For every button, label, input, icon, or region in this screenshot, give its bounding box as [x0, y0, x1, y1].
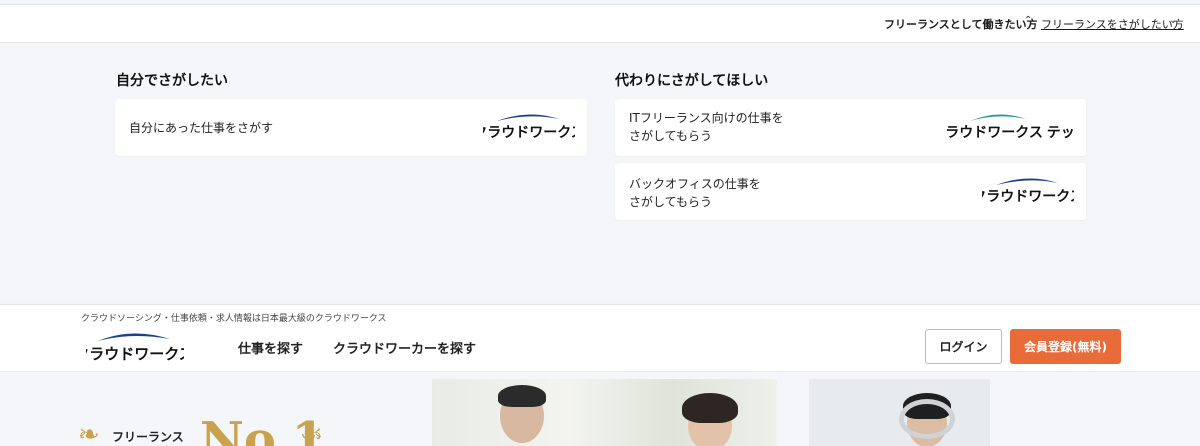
site-tagline: クラウドソーシング・仕事依頼・求人情報は日本最大級のクラウドワークス [81, 314, 387, 324]
hero-photo-couple [432, 379, 777, 446]
delegate-search-title: 代わりにさがしてほしい [615, 73, 769, 89]
nav-find-workers[interactable]: クラウドワーカーを探す [333, 338, 476, 357]
brand-text: クラウドワークス [982, 188, 1074, 204]
badge-label: フリーランス [112, 430, 184, 444]
laurel-left-icon: ❧ [78, 420, 100, 446]
for-clients-link[interactable]: フリーランスをさがしたい方 [1041, 16, 1184, 32]
workers-dropdown-panel: 自分でさがしたい 代わりにさがしてほしい 自分にあった仕事をさがす クラウドワー… [0, 44, 1200, 304]
chevron-up-icon[interactable]: ⌃ [1024, 15, 1032, 26]
find-job-card[interactable]: 自分にあった仕事をさがす クラウドワークス [115, 99, 587, 156]
card-text-line2: さがしてもらう [629, 129, 713, 143]
brand-text: クラウドワークス [86, 346, 184, 363]
person-hair [498, 385, 546, 407]
hero-section: ❧ フリーランス No.1 ☙ [0, 372, 1200, 446]
hero-photo-headphones [809, 379, 990, 446]
card-text-line2: さがしてもらう [629, 195, 713, 209]
tech-job-card[interactable]: ITフリーランス向けの仕事を さがしてもらう クラウドワークス テック [615, 99, 1086, 156]
hero-photo-right [1010, 379, 1200, 446]
card-text-line1: バックオフィスの仕事を [629, 177, 761, 191]
backoffice-job-card[interactable]: バックオフィスの仕事を さがしてもらう クラウドワークス [615, 163, 1086, 220]
site-header: クラウドソーシング・仕事依頼・求人情報は日本最大級のクラウドワークス クラウドワ… [0, 304, 1200, 371]
for-workers-link[interactable]: フリーランスとして働きたい方 [884, 16, 1037, 32]
card-text-line1: ITフリーランス向けの仕事を [629, 111, 784, 125]
headphones-icon [899, 399, 955, 439]
header-logo[interactable]: クラウドワークス [86, 329, 184, 365]
self-search-title: 自分でさがしたい [116, 73, 228, 89]
crowdworks-logo: クラウドワークス [982, 175, 1074, 207]
login-button[interactable]: ログイン [925, 329, 1002, 364]
utility-bar: フリーランスとして働きたい方 ⌃ フリーランスをさがしたい方 ⌄ [0, 5, 1200, 43]
nav-find-jobs[interactable]: 仕事を探す [238, 338, 303, 357]
chevron-down-icon[interactable]: ⌄ [1169, 15, 1177, 26]
person-hair [682, 393, 738, 423]
crowdworks-logo: クラウドワークス [483, 111, 575, 143]
crowdworks-tech-logo: クラウドワークス テック [946, 111, 1074, 143]
laurel-right-icon: ☙ [300, 420, 324, 446]
brand-text: クラウドワークス [483, 124, 575, 140]
brand-text: クラウドワークス テック [946, 124, 1074, 140]
signup-button[interactable]: 会員登録(無料) [1010, 329, 1121, 364]
card-text: 自分にあった仕事をさがす [129, 121, 274, 135]
